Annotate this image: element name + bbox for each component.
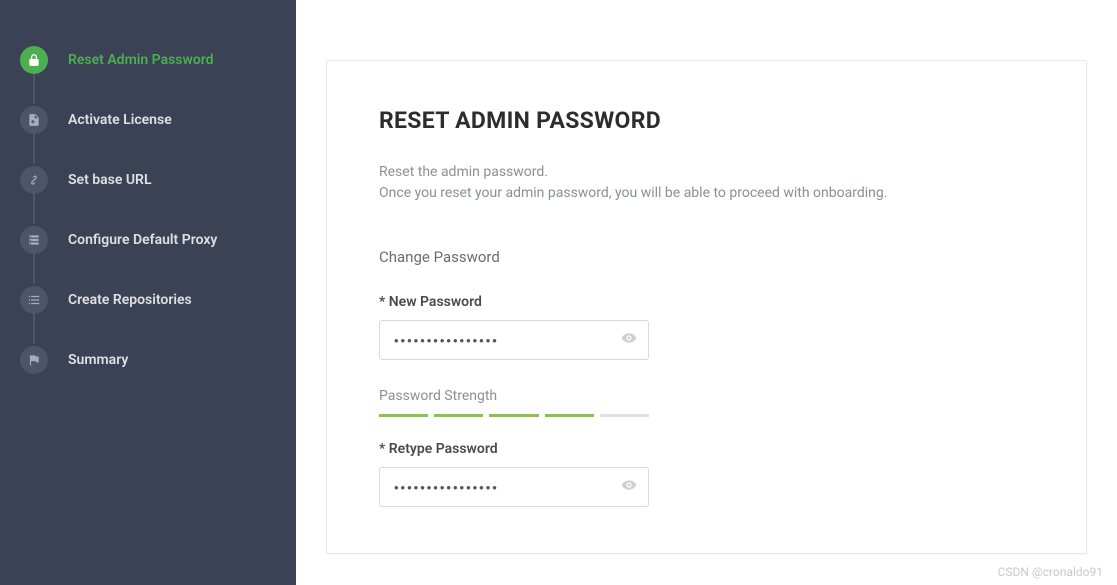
sidebar-item-label: Set base URL — [68, 172, 152, 188]
sidebar-item-label: Reset Admin Password — [68, 52, 214, 68]
new-password-input[interactable] — [379, 320, 649, 360]
sidebar-item-reset-password[interactable]: Reset Admin Password — [0, 30, 296, 90]
strength-label: Password Strength — [379, 388, 1034, 404]
lock-icon — [20, 46, 48, 74]
sidebar-item-label: Activate License — [68, 112, 172, 128]
flag-icon — [20, 346, 48, 374]
section-title: Change Password — [379, 248, 1034, 266]
sidebar-item-label: Summary — [68, 352, 128, 368]
sidebar-item-summary[interactable]: Summary — [0, 330, 296, 390]
sidebar-item-configure-proxy[interactable]: Configure Default Proxy — [0, 210, 296, 270]
eye-icon[interactable] — [621, 477, 637, 497]
server-icon — [20, 226, 48, 254]
watermark: CSDN @cronaldo91 — [998, 565, 1103, 579]
strength-bar — [434, 414, 483, 417]
list-icon — [20, 286, 48, 314]
link-icon — [20, 166, 48, 194]
strength-bar — [545, 414, 594, 417]
new-password-wrap — [379, 320, 649, 360]
strength-bar — [489, 414, 538, 417]
new-password-label: * New Password — [379, 294, 1034, 310]
strength-bar — [600, 414, 649, 417]
sidebar-item-label: Create Repositories — [68, 292, 192, 308]
eye-icon[interactable] — [621, 330, 637, 350]
sidebar-item-activate-license[interactable]: Activate License — [0, 90, 296, 150]
retype-password-label: * Retype Password — [379, 441, 1034, 457]
page-description: Reset the admin password. Once you reset… — [379, 162, 1034, 204]
page-title: RESET ADMIN PASSWORD — [379, 107, 1034, 134]
sidebar: Reset Admin Password Activate License Se… — [0, 0, 296, 585]
doc-plus-icon — [20, 106, 48, 134]
sidebar-item-label: Configure Default Proxy — [68, 232, 217, 248]
card: RESET ADMIN PASSWORD Reset the admin pas… — [326, 60, 1087, 554]
strength-bar — [379, 414, 428, 417]
password-strength: Password Strength — [379, 388, 1034, 417]
sidebar-item-create-repositories[interactable]: Create Repositories — [0, 270, 296, 330]
strength-bars — [379, 414, 649, 417]
main-content: RESET ADMIN PASSWORD Reset the admin pas… — [296, 0, 1117, 585]
sidebar-item-set-base-url[interactable]: Set base URL — [0, 150, 296, 210]
retype-password-input[interactable] — [379, 467, 649, 507]
retype-password-wrap — [379, 467, 649, 507]
